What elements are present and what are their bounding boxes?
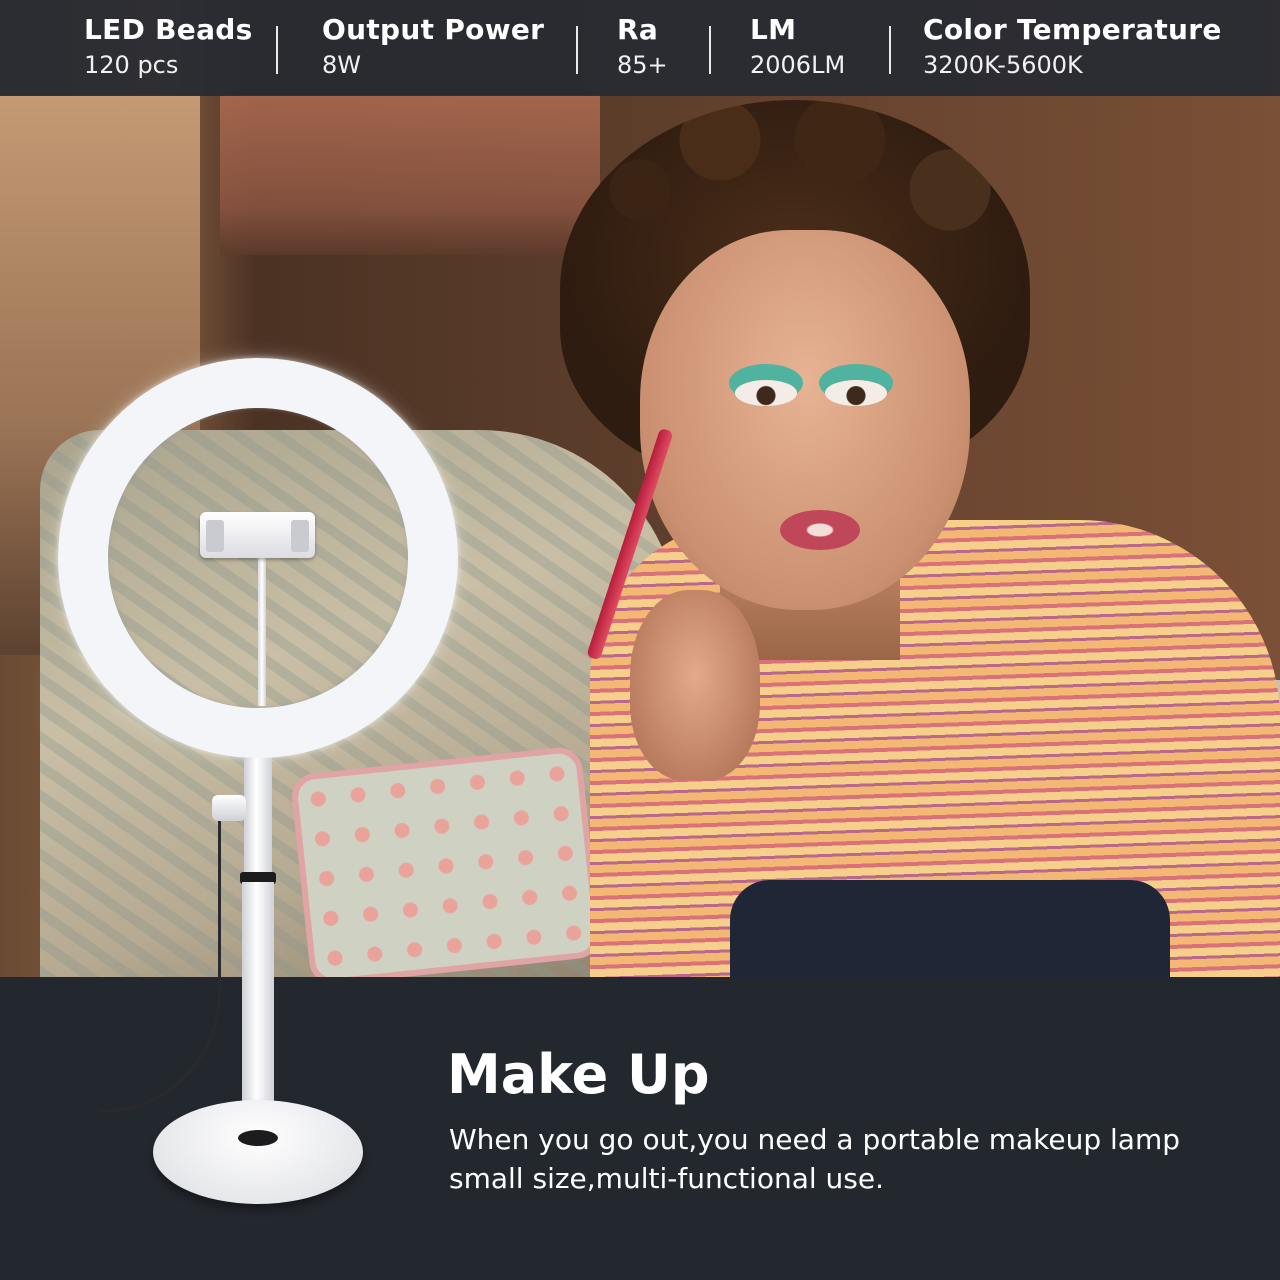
spec-color-temperature: Color Temperature 3200K-5600K (923, 12, 1222, 82)
left-eye (735, 380, 797, 406)
spec-label: LM (750, 13, 797, 46)
hand (630, 590, 760, 780)
spec-label: Ra (617, 13, 659, 46)
spec-value: 3200K-5600K (923, 51, 1083, 79)
lips (780, 510, 860, 550)
jeans (730, 880, 1170, 977)
right-eye (825, 380, 887, 406)
woman-applying-lipstick (560, 100, 1280, 977)
description-line-2: small size,multi-functional use. (449, 1162, 885, 1195)
face (640, 230, 970, 610)
power-cable (100, 810, 221, 1113)
spec-ra: Ra 85+ (617, 12, 668, 82)
stand-base (153, 1100, 363, 1204)
spec-label: Color Temperature (923, 13, 1222, 46)
phone-holder-rod (258, 556, 266, 706)
stand-lower-pole (242, 882, 274, 1122)
spec-divider (889, 26, 891, 74)
stand-upper-pole (244, 758, 272, 878)
base-hub (238, 1130, 278, 1146)
description-line-1: When you go out,you need a portable make… (449, 1123, 1181, 1156)
spec-divider (709, 26, 711, 74)
spec-value: 2006LM (750, 51, 846, 79)
phone-clip (200, 512, 315, 558)
tilt-knob (212, 795, 246, 821)
headline: Make Up (447, 1043, 710, 1106)
spec-lm: LM 2006LM (750, 12, 845, 82)
description: When you go out,you need a portable make… (449, 1120, 1180, 1198)
spec-value: 85+ (617, 51, 668, 79)
